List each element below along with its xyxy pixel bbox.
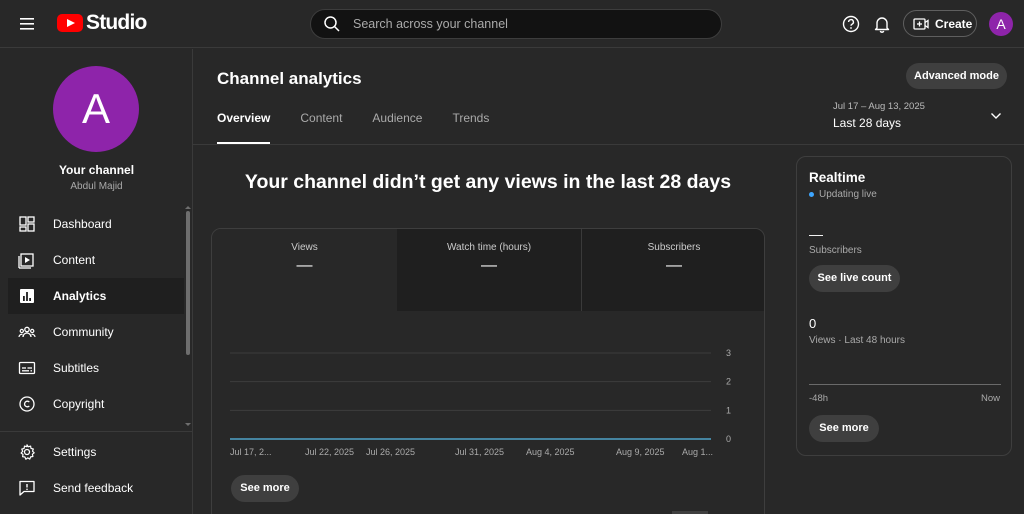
y-tick-label: 2 [726, 377, 731, 387]
sidebar-item-send-feedback[interactable]: Send feedback [8, 470, 184, 506]
settings-icon [18, 443, 36, 461]
x-tick-label: Aug 1... [682, 447, 713, 457]
overview-headline: Your channel didn’t get any views in the… [244, 171, 732, 193]
create-video-icon [913, 17, 929, 30]
account-avatar[interactable]: A [989, 12, 1013, 36]
y-tick-label: 3 [726, 348, 731, 358]
realtime-subscribers-label: Subscribers [809, 245, 862, 256]
metric-tab-subscribers[interactable]: Subscribers — [581, 229, 764, 311]
channel-owner-name: Abdul Majid [70, 181, 123, 192]
feedback-icon [18, 479, 36, 497]
sidebar-item-label: Analytics [53, 289, 107, 303]
sidebar-nav: Dashboard Content Analytics Community Su… [8, 206, 184, 422]
sidebar-item-subtitles[interactable]: Subtitles [8, 350, 184, 386]
chevron-down-icon [991, 113, 1001, 119]
see-live-count-button[interactable]: See live count [809, 265, 900, 292]
realtime-title: Realtime [809, 170, 866, 185]
x-tick-label: Jul 17, 2... [230, 447, 272, 457]
tab-overview[interactable]: Overview [217, 111, 271, 144]
x-tick-label: Aug 9, 2025 [616, 447, 665, 457]
metric-value: — [666, 257, 682, 274]
copyright-icon [18, 395, 36, 413]
advanced-mode-button[interactable]: Advanced mode [906, 63, 1007, 89]
sidebar-item-content[interactable]: Content [8, 242, 184, 278]
metric-tab-views[interactable]: Views — [212, 229, 397, 311]
realtime-subscribers-value: — [809, 226, 823, 242]
sidebar-item-analytics[interactable]: Analytics [8, 278, 184, 314]
overview-stats-card: Views — Watch time (hours) — Subscribers… [211, 228, 765, 514]
sidebar-item-label: Dashboard [53, 217, 112, 231]
youtube-logo-icon [57, 14, 83, 32]
help-icon[interactable] [842, 15, 860, 33]
channel-avatar[interactable]: A [53, 66, 139, 152]
page-title: Channel analytics [217, 69, 362, 88]
tab-audience[interactable]: Audience [372, 111, 422, 144]
views-line-chart: 0 1 2 3 Jul 17, 2... Jul 22, 2025 Jul 26, 2025… [230, 348, 731, 457]
subtitles-icon [18, 359, 36, 377]
sidebar-item-label: Community [53, 325, 114, 339]
studio-logo[interactable]: Studio [57, 11, 147, 35]
sidebar-bottom-nav: Settings Send feedback [8, 434, 184, 506]
sidebar-item-copyright[interactable]: Copyright [8, 386, 184, 422]
y-tick-label: 0 [726, 434, 731, 444]
dashboard-icon [18, 215, 36, 233]
metric-label: Subscribers [647, 242, 701, 253]
scroll-up-arrow[interactable] [185, 206, 191, 209]
realtime-chart-axis [809, 384, 1001, 385]
realtime-views-value: 0 [809, 316, 817, 331]
scroll-down-arrow[interactable] [185, 423, 191, 426]
search-icon [324, 16, 340, 32]
metric-tab-watch-time[interactable]: Watch time (hours) — [397, 229, 581, 311]
x-tick-label: Jul 26, 2025 [366, 447, 415, 457]
realtime-views-label: Views · Last 48 hours [809, 335, 905, 346]
tab-content[interactable]: Content [300, 111, 342, 144]
content-icon [18, 251, 36, 269]
realtime-axis-end: Now [981, 393, 1001, 404]
top-bar: Studio Create A [0, 0, 1024, 48]
create-button[interactable]: Create [903, 10, 977, 37]
metric-label: Views [291, 242, 318, 253]
x-tick-label: Jul 31, 2025 [455, 447, 504, 457]
sidebar-item-label: Content [53, 253, 96, 267]
tab-trends[interactable]: Trends [452, 111, 489, 144]
search-bar[interactable] [310, 9, 722, 39]
sidebar-scrollbar[interactable] [186, 211, 190, 355]
community-icon [18, 323, 36, 341]
realtime-status: Updating live [809, 189, 877, 200]
date-range-dates: Jul 17 – Aug 13, 2025 [833, 101, 925, 112]
bell-icon[interactable] [873, 15, 891, 33]
analytics-tabs: Overview Content Audience Trends [217, 111, 519, 144]
realtime-status-text: Updating live [819, 189, 877, 200]
x-tick-label: Aug 4, 2025 [526, 447, 575, 457]
search-input[interactable] [353, 17, 693, 31]
x-tick-label: Jul 22, 2025 [305, 447, 354, 457]
date-range-selector[interactable]: Jul 17 – Aug 13, 2025 Last 28 days [833, 101, 1008, 131]
sidebar-divider [0, 431, 193, 432]
sidebar-item-community[interactable]: Community [8, 314, 184, 350]
your-channel-label: Your channel [58, 163, 135, 177]
tabs-divider [193, 144, 1024, 145]
sidebar-item-settings[interactable]: Settings [8, 434, 184, 470]
date-range-label: Last 28 days [833, 116, 902, 130]
metric-value: — [481, 257, 497, 274]
realtime-see-more-button[interactable]: See more [809, 415, 879, 442]
analytics-icon [18, 287, 36, 305]
sidebar-item-label: Copyright [53, 397, 105, 411]
live-dot-icon [809, 192, 814, 197]
realtime-card: Realtime Updating live — Subscribers See… [796, 156, 1012, 456]
sidebar-item-label: Subtitles [53, 361, 100, 375]
metric-label: Watch time (hours) [446, 242, 532, 253]
y-tick-label: 1 [726, 405, 731, 415]
menu-icon[interactable] [17, 14, 39, 34]
create-label: Create [935, 16, 973, 31]
see-more-button[interactable]: See more [231, 475, 299, 502]
sidebar: A Your channel Abdul Majid Dashboard Con… [0, 49, 193, 514]
sidebar-item-label: Send feedback [53, 481, 134, 495]
metric-value: — [296, 257, 313, 274]
sidebar-item-label: Settings [53, 445, 97, 459]
realtime-axis-start: -48h [809, 393, 829, 404]
logo-text: Studio [86, 11, 147, 34]
sidebar-item-dashboard[interactable]: Dashboard [8, 206, 184, 242]
